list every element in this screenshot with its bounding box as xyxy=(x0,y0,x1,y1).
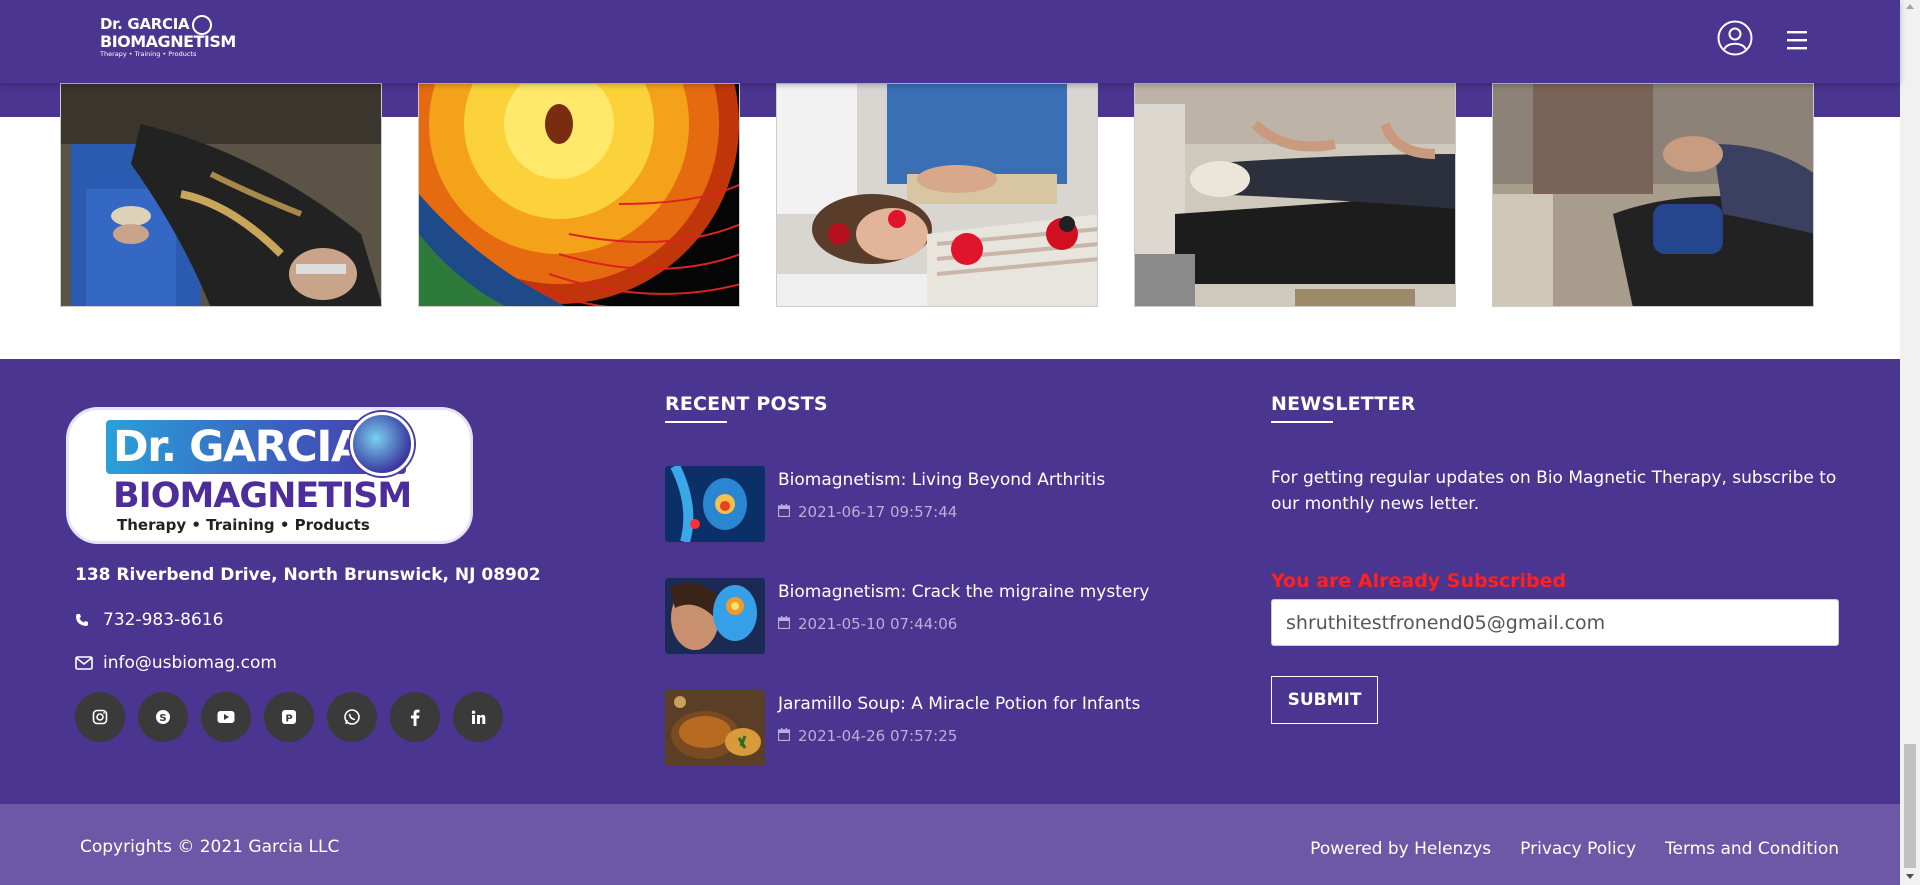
gallery-photo-1[interactable] xyxy=(60,83,382,307)
pinterest-icon[interactable]: P xyxy=(264,692,314,742)
linkedin-icon[interactable] xyxy=(453,692,503,742)
scrollbar-thumb[interactable] xyxy=(1904,744,1916,868)
post-thumbnail[interactable] xyxy=(665,690,765,766)
recent-posts-title: RECENT POSTS xyxy=(665,393,828,423)
email-address: info@usbiomag.com xyxy=(103,653,277,673)
post-thumbnail[interactable] xyxy=(665,466,765,542)
logo-line-2: BIOMAGNETISM xyxy=(100,32,236,51)
privacy-policy-link[interactable]: Privacy Policy xyxy=(1520,839,1636,859)
powered-by-link[interactable]: Powered by Helenzys xyxy=(1310,839,1491,859)
list-item[interactable]: Biomagnetism: Crack the migraine mystery… xyxy=(665,578,1195,654)
post-date: 2021-05-10 07:44:06 xyxy=(777,615,957,633)
submit-button[interactable]: SUBMIT xyxy=(1271,676,1378,724)
logo-orb-icon xyxy=(350,412,414,476)
logo-line-3: Therapy • Training • Products xyxy=(117,516,370,534)
calendar-icon xyxy=(777,615,791,633)
instagram-icon[interactable] xyxy=(75,692,125,742)
calendar-icon xyxy=(777,727,791,745)
title-underline xyxy=(1271,421,1333,423)
list-item[interactable]: Jaramillo Soup: A Miracle Potion for Inf… xyxy=(665,690,1195,766)
whatsapp-icon[interactable] xyxy=(327,692,377,742)
title-underline xyxy=(665,421,727,423)
site-header: Dr. GARCIA BIOMAGNETISM Therapy • Traini… xyxy=(0,0,1900,83)
footer-email[interactable]: info@usbiomag.com xyxy=(75,653,277,673)
social-links: S P xyxy=(75,692,516,742)
post-date: 2021-06-17 09:57:44 xyxy=(777,503,957,521)
gallery-photo-3[interactable] xyxy=(776,83,1098,307)
bottom-bar: Copyrights © 2021 Garcia LLC Powered by … xyxy=(0,804,1900,885)
list-item[interactable]: Biomagnetism: Living Beyond Arthritis 20… xyxy=(665,466,1195,542)
newsletter-description: For getting regular updates on Bio Magne… xyxy=(1271,468,1837,514)
footer-links: Powered by Helenzys Privacy Policy Terms… xyxy=(1281,839,1839,859)
facebook-icon[interactable] xyxy=(390,692,440,742)
footer-phone[interactable]: 732-983-8616 xyxy=(75,610,223,630)
hamburger-menu-icon[interactable] xyxy=(1784,28,1810,52)
copyright-text: Copyrights © 2021 Garcia LLC xyxy=(80,837,340,857)
logo-swirl-icon xyxy=(192,15,212,35)
newsletter-title: NEWSLETTER xyxy=(1271,393,1416,423)
subscription-status: You are Already Subscribed xyxy=(1271,570,1567,592)
post-thumbnail[interactable] xyxy=(665,578,765,654)
logo-line-3: Therapy • Training • Products xyxy=(100,50,197,58)
post-title[interactable]: Biomagnetism: Living Beyond Arthritis xyxy=(778,470,1105,490)
scroll-down-arrow-icon[interactable] xyxy=(1906,874,1914,879)
svg-text:P: P xyxy=(285,714,292,725)
gallery-photo-4[interactable] xyxy=(1134,83,1456,307)
gallery-photo-5[interactable] xyxy=(1492,83,1814,307)
footer-address: 138 Riverbend Drive, North Brunswick, NJ… xyxy=(75,565,541,585)
logo-line-1: Dr. GARCIA xyxy=(100,15,190,33)
envelope-icon xyxy=(75,656,97,670)
site-footer: Dr. GARCIA BIOMAGNETISM Therapy • Traini… xyxy=(0,359,1900,804)
youtube-icon[interactable] xyxy=(201,692,251,742)
terms-link[interactable]: Terms and Condition xyxy=(1665,839,1839,859)
gallery-photo-2[interactable] xyxy=(418,83,740,307)
newsletter-email-input[interactable]: shruthitestfronend05@gmail.com xyxy=(1271,599,1839,646)
phone-number: 732-983-8616 xyxy=(103,610,224,630)
footer-logo[interactable]: Dr. GARCIA BIOMAGNETISM Therapy • Traini… xyxy=(66,407,473,544)
svg-text:S: S xyxy=(159,713,166,724)
logo-line-1: Dr. GARCIA xyxy=(113,422,364,472)
post-title[interactable]: Jaramillo Soup: A Miracle Potion for Inf… xyxy=(778,694,1140,714)
post-title[interactable]: Biomagnetism: Crack the migraine mystery xyxy=(778,582,1149,602)
scroll-up-arrow-icon[interactable] xyxy=(1906,4,1914,9)
header-logo[interactable]: Dr. GARCIA BIOMAGNETISM Therapy • Traini… xyxy=(100,15,236,66)
phone-icon xyxy=(75,613,97,627)
post-date: 2021-04-26 07:57:25 xyxy=(777,727,957,745)
page-scrollbar[interactable] xyxy=(1900,0,1920,885)
skype-icon[interactable]: S xyxy=(138,692,188,742)
logo-line-2: BIOMAGNETISM xyxy=(113,476,412,516)
user-circle-icon[interactable] xyxy=(1717,20,1753,56)
calendar-icon xyxy=(777,503,791,521)
